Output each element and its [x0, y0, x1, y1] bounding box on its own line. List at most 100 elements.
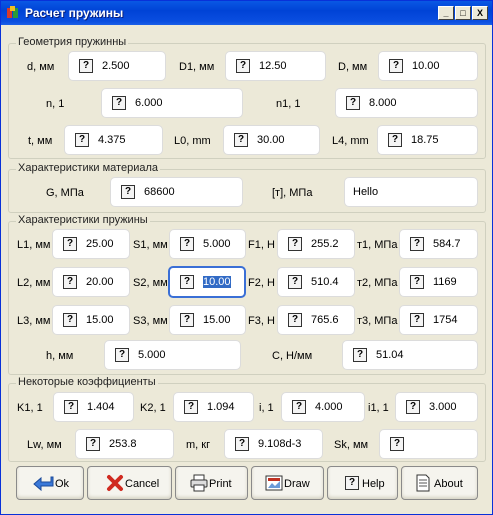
- about-button[interactable]: About: [401, 466, 478, 500]
- value-S2[interactable]: 10.00: [203, 276, 231, 288]
- field-m[interactable]: ? 9.108d-3: [224, 429, 323, 459]
- help-icon[interactable]: ?: [112, 96, 126, 110]
- minimize-button[interactable]: _: [438, 6, 454, 20]
- field-L3[interactable]: ? 15.00: [52, 305, 130, 335]
- field-C[interactable]: ? 51.04: [342, 340, 478, 370]
- ok-button[interactable]: Ok: [16, 466, 84, 500]
- field-t[interactable]: ? 4.375: [64, 125, 163, 155]
- value-D1: 12.50: [259, 60, 287, 72]
- help-icon[interactable]: ?: [64, 400, 78, 414]
- help-icon[interactable]: ?: [115, 348, 129, 362]
- field-L1[interactable]: ? 25.00: [52, 229, 130, 259]
- help-icon[interactable]: ?: [63, 313, 77, 327]
- app-icon: [7, 6, 18, 18]
- material-group-title: Характеристики материала: [16, 162, 161, 174]
- label-L0: L0, mm: [174, 135, 211, 147]
- help-icon[interactable]: ?: [388, 133, 402, 147]
- help-icon[interactable]: ?: [180, 237, 194, 251]
- maximize-button[interactable]: □: [455, 6, 471, 20]
- field-d[interactable]: ? 2.500: [68, 51, 166, 81]
- field-D1[interactable]: ? 12.50: [225, 51, 326, 81]
- label-D1: D1, мм: [179, 61, 215, 73]
- help-icon[interactable]: ?: [121, 185, 135, 199]
- field-F1[interactable]: ? 255.2: [277, 229, 355, 259]
- value-t1: 584.7: [433, 238, 461, 250]
- help-icon[interactable]: ?: [390, 437, 404, 451]
- value-L4: 18.75: [411, 134, 439, 146]
- field-S2[interactable]: ? 10.00: [168, 266, 246, 298]
- value-F2: 510.4: [311, 276, 339, 288]
- field-F3[interactable]: ? 765.6: [277, 305, 355, 335]
- help-icon[interactable]: ?: [406, 400, 420, 414]
- ok-button-label: Ok: [55, 478, 70, 490]
- help-icon[interactable]: ?: [63, 275, 77, 289]
- value-L3: 15.00: [86, 314, 114, 326]
- field-L4[interactable]: ? 18.75: [377, 125, 478, 155]
- cancel-button[interactable]: Cancel: [87, 466, 172, 500]
- help-icon[interactable]: ?: [234, 133, 248, 147]
- value-F1: 255.2: [311, 238, 339, 250]
- field-t1[interactable]: ? 584.7: [399, 229, 478, 259]
- value-D: 10.00: [412, 60, 440, 72]
- label-tau: [т], МПа: [272, 187, 313, 199]
- value-L1: 25.00: [86, 238, 114, 250]
- field-tau[interactable]: Hello: [344, 177, 478, 207]
- value-tau: Hello: [353, 186, 379, 198]
- help-icon[interactable]: ?: [236, 59, 250, 73]
- help-icon[interactable]: ?: [288, 275, 302, 289]
- help-icon[interactable]: ?: [184, 400, 198, 414]
- help-icon[interactable]: ?: [389, 59, 403, 73]
- field-S1[interactable]: ? 5.000: [169, 229, 246, 259]
- help-icon[interactable]: ?: [288, 237, 302, 251]
- label-n: n, 1: [46, 98, 65, 110]
- help-icon[interactable]: ?: [346, 96, 360, 110]
- value-Lw: 253.8: [109, 438, 137, 450]
- field-n1[interactable]: ? 8.000: [335, 88, 478, 118]
- help-icon[interactable]: ?: [86, 437, 100, 451]
- field-i[interactable]: ? 4.000: [281, 392, 365, 422]
- label-F3: F3, Н: [248, 315, 275, 327]
- help-icon[interactable]: ?: [410, 313, 424, 327]
- draw-picture-icon: [265, 475, 283, 491]
- field-Sk[interactable]: ?: [379, 429, 478, 459]
- field-S3[interactable]: ? 15.00: [169, 305, 246, 335]
- label-m: m, кг: [186, 439, 211, 451]
- value-K2: 1.094: [207, 401, 235, 413]
- field-D[interactable]: ? 10.00: [378, 51, 478, 81]
- value-i: 4.000: [315, 401, 343, 413]
- help-icon[interactable]: ?: [180, 275, 194, 289]
- field-F2[interactable]: ? 510.4: [277, 267, 355, 297]
- field-L2[interactable]: ? 20.00: [52, 267, 130, 297]
- field-K2[interactable]: ? 1.094: [173, 392, 254, 422]
- label-n1: n1, 1: [276, 98, 301, 110]
- field-Lw[interactable]: ? 253.8: [75, 429, 174, 459]
- help-icon[interactable]: ?: [292, 400, 306, 414]
- help-icon[interactable]: ?: [410, 275, 424, 289]
- field-K1[interactable]: ? 1.404: [53, 392, 134, 422]
- field-n[interactable]: ? 6.000: [101, 88, 243, 118]
- help-icon[interactable]: ?: [235, 437, 249, 451]
- coeffs-group-title: Некоторые коэффициенты: [16, 376, 158, 388]
- draw-button-label: Draw: [284, 478, 310, 490]
- help-icon[interactable]: ?: [79, 59, 93, 73]
- field-t2[interactable]: ? 1169: [399, 267, 478, 297]
- help-icon[interactable]: ?: [288, 313, 302, 327]
- help-icon[interactable]: ?: [353, 348, 367, 362]
- draw-button[interactable]: Draw: [251, 466, 324, 500]
- help-button-label: Help: [362, 478, 385, 490]
- help-icon[interactable]: ?: [180, 313, 194, 327]
- field-i1[interactable]: ? 3.000: [395, 392, 478, 422]
- field-L0[interactable]: ? 30.00: [223, 125, 320, 155]
- field-G[interactable]: ? 68600: [110, 177, 243, 207]
- field-h[interactable]: ? 5.000: [104, 340, 241, 370]
- title-bar[interactable]: Расчет пружины _ □ X: [1, 1, 492, 25]
- close-button[interactable]: X: [472, 6, 488, 20]
- print-button[interactable]: Print: [175, 466, 248, 500]
- label-h: h, мм: [46, 350, 74, 362]
- help-icon[interactable]: ?: [63, 237, 77, 251]
- field-t3[interactable]: ? 1754: [399, 305, 478, 335]
- help-button[interactable]: ? Help: [327, 466, 398, 500]
- help-icon[interactable]: ?: [410, 237, 424, 251]
- help-icon[interactable]: ?: [75, 133, 89, 147]
- label-S2: S2, мм: [133, 277, 168, 289]
